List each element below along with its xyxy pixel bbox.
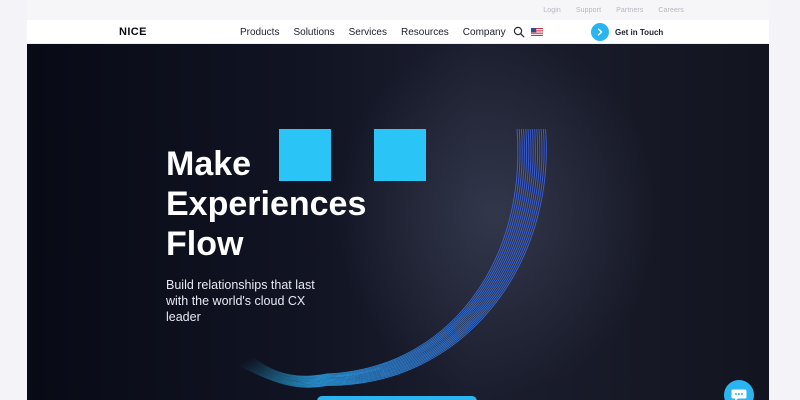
nav-item-solutions[interactable]: Solutions [293, 27, 334, 38]
search-icon[interactable] [513, 26, 525, 38]
page-frame: Login Support Partners Careers NICE Prod… [27, 0, 769, 400]
utility-link-login[interactable]: Login [543, 7, 561, 14]
hero-cta-button[interactable] [317, 396, 477, 400]
nav-item-services[interactable]: Services [349, 27, 387, 38]
hero-title-line: Make [166, 145, 252, 183]
utility-link-careers[interactable]: Careers [658, 7, 684, 14]
get-in-touch-button[interactable]: Get in Touch [591, 23, 663, 41]
us-flag-icon[interactable] [531, 28, 543, 36]
hero-section: Make Experiences Flow Build relationship… [27, 44, 769, 400]
hero-title-line: Experiences [166, 185, 367, 223]
hero-title: Make Experiences Flow [166, 144, 426, 264]
nav-item-company[interactable]: Company [463, 27, 506, 38]
get-in-touch-label: Get in Touch [615, 27, 664, 37]
hero-subtitle: Build relationships that last with the w… [166, 278, 315, 324]
chat-bubble-icon [731, 389, 747, 400]
logo[interactable]: NICE [119, 26, 147, 38]
hero-title-line: Flow [166, 225, 244, 263]
nav-item-resources[interactable]: Resources [401, 27, 449, 38]
utility-link-partners[interactable]: Partners [616, 7, 643, 14]
nav-links: Products Solutions Services Resources Co… [240, 20, 506, 44]
utility-nav: Login Support Partners Careers [27, 0, 769, 20]
utility-link-support[interactable]: Support [576, 7, 601, 14]
nav-item-products[interactable]: Products [240, 27, 279, 38]
chevron-right-icon [591, 23, 609, 41]
main-nav: NICE Products Solutions Services Resourc… [27, 20, 769, 44]
